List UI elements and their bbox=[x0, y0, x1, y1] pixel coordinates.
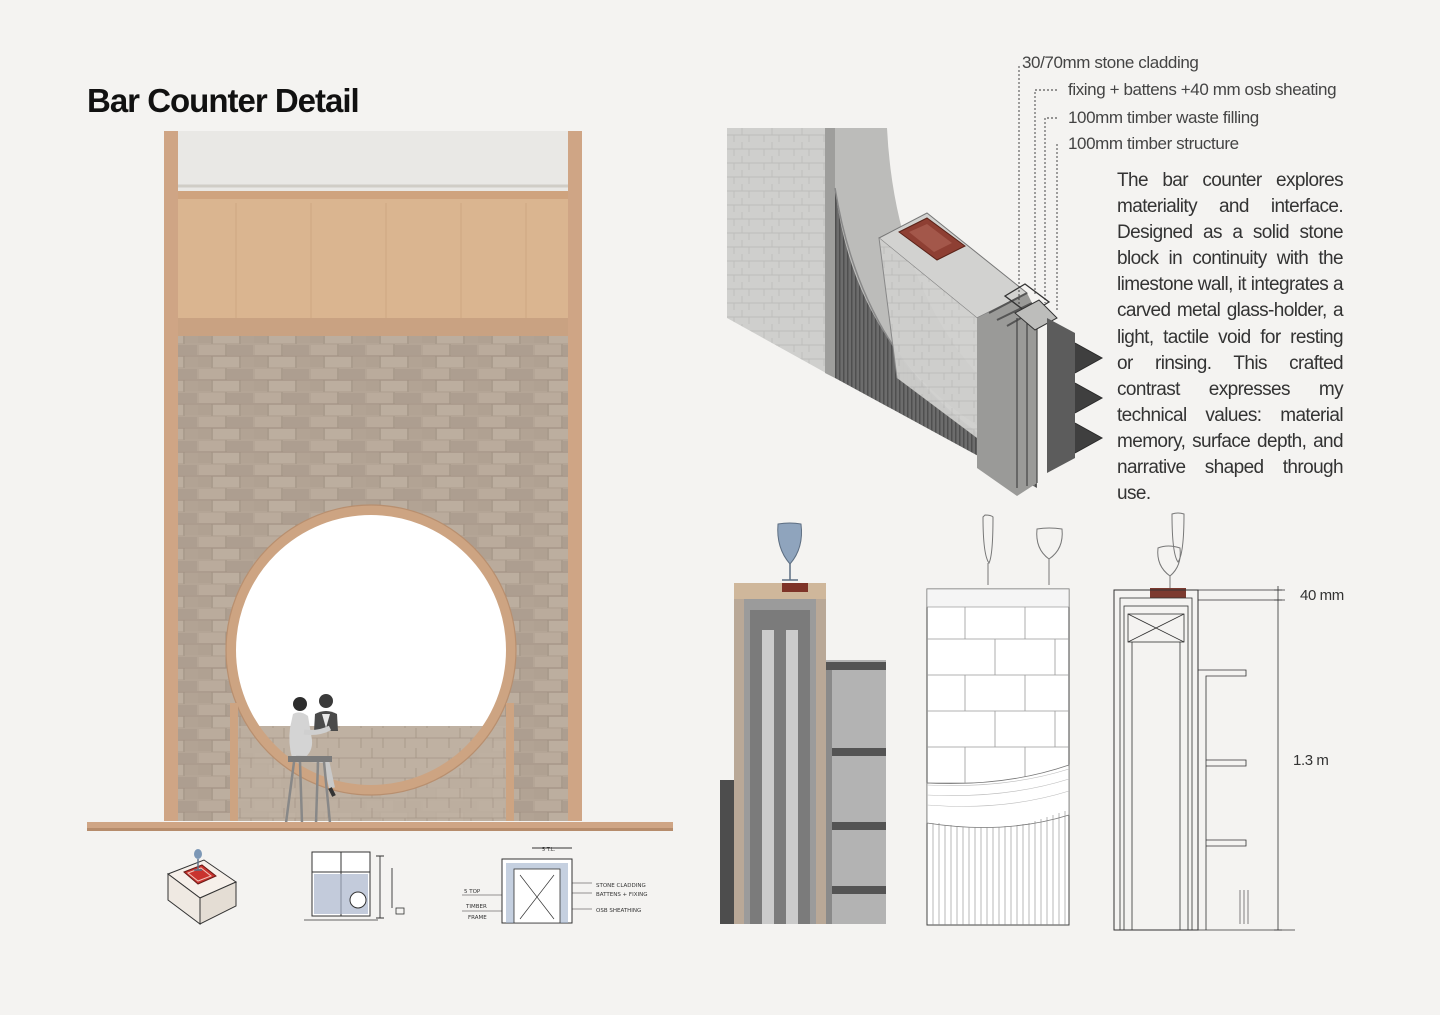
sketch-label-right-top: STONE CLADDING bbox=[596, 883, 646, 889]
sketch-label-right-mid: BATTENS + FIXING bbox=[596, 892, 647, 898]
sketch-label-left-mid: TIMBER bbox=[465, 904, 487, 910]
page-title: Bar Counter Detail bbox=[87, 82, 360, 119]
sketch-label-top: 5 T.L. bbox=[542, 847, 556, 853]
sketch-label-right-bot: OSB SHEATHING bbox=[596, 908, 641, 914]
left-frame-post bbox=[164, 131, 178, 821]
rendered-section-drawing bbox=[720, 522, 886, 924]
wine-glass bbox=[777, 522, 802, 581]
sketch-section-thumbnail: 5 T.L. 5 TOP TIMBER FRAME STONE CLADDING… bbox=[462, 847, 647, 924]
layer-label-timber-structure: 100mm timber structure bbox=[1068, 134, 1239, 153]
bar-elevation-drawing bbox=[87, 131, 673, 831]
axonometric-thumbnail bbox=[166, 849, 238, 925]
axonometric-detail-drawing bbox=[727, 66, 1104, 496]
sketch-label-left-bot: FRAME bbox=[468, 915, 487, 921]
line-elevation-drawing bbox=[926, 514, 1070, 926]
upper-glazing bbox=[178, 131, 568, 191]
sketch-elevation-thumbnail bbox=[304, 851, 405, 921]
right-frame-post bbox=[568, 131, 582, 821]
dimension-top-thickness: 40 mm bbox=[1300, 587, 1344, 604]
dimension-counter-height: 1.3 m bbox=[1293, 752, 1329, 769]
layer-label-stone-cladding: 30/70mm stone cladding bbox=[1022, 53, 1199, 72]
layer-label-battens-osb: fixing + battens +40 mm osb sheating bbox=[1068, 80, 1337, 99]
technical-section-drawing bbox=[1113, 512, 1295, 931]
project-description: The bar counter explores materiality and… bbox=[1117, 170, 1344, 505]
sketch-label-left-top: 5 TOP bbox=[464, 889, 481, 895]
layer-label-timber-waste: 100mm timber waste filling bbox=[1068, 108, 1259, 127]
